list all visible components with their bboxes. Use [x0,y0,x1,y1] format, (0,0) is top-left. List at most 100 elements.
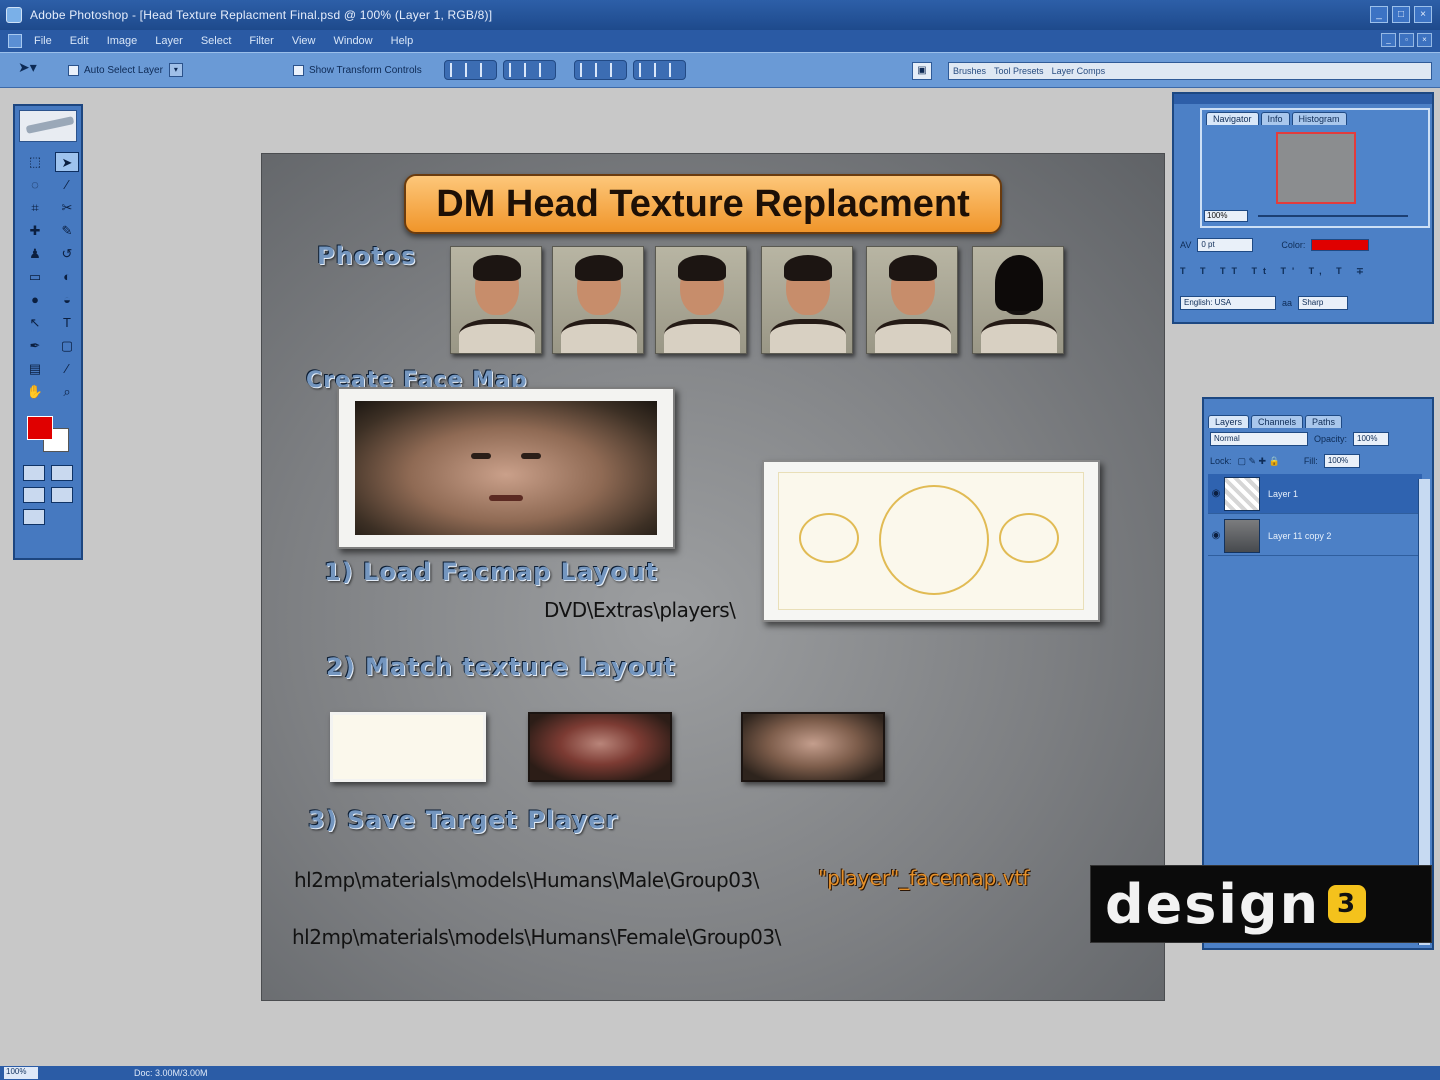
menu-view[interactable]: View [292,35,316,47]
document-icon[interactable] [8,34,22,48]
distribute-right-icon[interactable] [668,63,680,77]
menu-edit[interactable]: Edit [70,35,89,47]
document-canvas[interactable]: DM Head Texture Replacment Photos Create… [261,153,1165,1001]
fill-field[interactable]: 100% [1323,454,1360,468]
clone-stamp-tool-icon[interactable]: ♟ [23,244,47,264]
notes-tool-icon[interactable]: ▤ [23,359,47,379]
close-button[interactable]: × [1414,6,1432,23]
layer-row[interactable]: ◉ Layer 11 copy 2 [1208,516,1422,556]
distribute-horizontal-buttons[interactable] [632,60,686,80]
slice-tool-icon[interactable]: ✂ [55,198,79,218]
photo-right-three-quarter [761,246,853,354]
toolbox-header-logo[interactable] [19,110,77,142]
opacity-field[interactable]: 100% [1353,432,1390,446]
show-transform-checkbox[interactable] [292,64,304,76]
distribute-vertical-buttons[interactable] [573,60,627,80]
auto-select-checkbox[interactable] [68,64,79,76]
align-middle-icon[interactable] [464,63,476,77]
doc-restore-button[interactable]: ▫ [1399,33,1414,47]
layer-row[interactable]: ◉ Layer 1 [1208,474,1422,514]
menu-layer[interactable]: Layer [155,35,183,47]
distribute-left-icon[interactable] [638,63,650,77]
foreground-color-swatch[interactable] [27,416,53,440]
move-tool-icon[interactable]: ➤▾ [18,59,46,81]
tab-navigator[interactable]: Navigator [1206,112,1259,125]
doc-close-button[interactable]: × [1417,33,1432,47]
align-center-icon[interactable] [523,63,535,77]
path-selection-tool-icon[interactable]: ↖ [23,313,47,333]
menu-image[interactable]: Image [107,35,138,47]
blend-mode-select[interactable]: Normal [1210,432,1308,446]
palette-title-bar[interactable] [1174,94,1432,104]
brush-tool-icon[interactable]: ✎ [55,221,79,241]
visibility-eye-icon[interactable]: ◉ [1208,530,1224,541]
hand-tool-icon[interactable]: ✋ [23,382,47,402]
text-style-buttons[interactable]: T T TT Tt T' T, T ∓ [1180,266,1370,277]
visibility-eye-icon[interactable]: ◉ [1208,488,1224,499]
distribute-top-icon[interactable] [579,63,591,77]
language-select[interactable]: English: USA [1180,296,1276,310]
blur-tool-icon[interactable]: ● [23,290,47,310]
color-swatches [23,412,73,458]
gradient-tool-icon[interactable]: ◐ [55,267,79,287]
type-tool-icon[interactable]: T [55,313,79,333]
crop-tool-icon[interactable]: ⌗ [23,198,47,218]
lasso-tool-icon[interactable]: ◌ [23,175,47,195]
doc-minimize-button[interactable]: _ [1381,33,1396,47]
align-buttons[interactable] [443,60,497,80]
maximize-button[interactable]: □ [1392,6,1410,23]
eyedropper-tool-icon[interactable]: ⁄ [55,359,79,379]
palette-well: Brushes Tool Presets Layer Comps [948,62,1432,80]
shape-tool-icon[interactable]: ▢ [55,336,79,356]
standard-screen-button[interactable] [23,487,45,503]
standard-mode-button[interactable] [23,465,45,481]
align-bottom-icon[interactable] [479,63,491,77]
show-transform-label: Show Transform Controls [308,64,422,76]
move-tool-button-icon[interactable]: ➤ [55,152,79,172]
dodge-tool-icon[interactable]: ◒ [55,290,79,310]
zoom-tool-icon[interactable]: ⌕ [55,382,79,402]
tab-layers[interactable]: Layers [1208,415,1250,428]
align-top-icon[interactable] [449,63,461,77]
file-browser-icon[interactable]: ▣ [912,62,932,80]
antialias-select[interactable]: Sharp [1298,296,1349,310]
status-zoom-field[interactable]: 100% [4,1067,38,1079]
menu-file[interactable]: File [34,35,52,47]
lock-icons[interactable]: ▢ ✎ ✚ 🔒 [1238,456,1280,467]
minimize-button[interactable]: _ [1370,6,1388,23]
history-brush-tool-icon[interactable]: ↺ [55,244,79,264]
show-transform-option[interactable]: Show Transform Controls [292,64,422,76]
distribute-middle-icon[interactable] [594,63,606,77]
navigator-zoom-slider[interactable] [1258,215,1408,217]
auto-select-option[interactable]: Auto Select Layer ▾ [68,63,183,77]
align-left-icon[interactable] [508,63,520,77]
navigator-zoom-field[interactable]: 100% [1204,210,1248,222]
tab-paths[interactable]: Paths [1305,415,1343,428]
jump-to-imageready-button[interactable] [23,509,45,525]
magic-wand-tool-icon[interactable]: ⁄ [55,175,79,195]
auto-select-dropdown[interactable]: ▾ [168,63,183,77]
menu-filter[interactable]: Filter [249,35,273,47]
tracking-field[interactable]: 0 pt [1197,238,1254,252]
align-right-icon[interactable] [538,63,550,77]
marquee-tool-icon[interactable]: ⬚ [23,152,47,172]
distribute-bottom-icon[interactable] [609,63,621,77]
pen-tool-icon[interactable]: ✒ [23,336,47,356]
menu-help[interactable]: Help [391,35,414,47]
menu-window[interactable]: Window [334,35,373,47]
palette-tab-tool-presets[interactable]: Tool Presets [994,66,1044,76]
text-color-swatch[interactable] [1311,239,1370,251]
tab-info[interactable]: Info [1260,112,1290,125]
palette-tab-brushes[interactable]: Brushes [953,66,986,76]
healing-brush-tool-icon[interactable]: ✚ [23,221,47,241]
tab-histogram[interactable]: Histogram [1291,112,1347,125]
eraser-tool-icon[interactable]: ▭ [23,267,47,287]
align-horizontal-buttons[interactable] [502,60,556,80]
tab-channels[interactable]: Channels [1251,415,1304,428]
full-screen-button[interactable] [51,487,73,503]
navigator-preview[interactable] [1276,132,1356,204]
menu-select[interactable]: Select [201,35,232,47]
palette-tab-layer-comps[interactable]: Layer Comps [1052,66,1106,76]
distribute-center-icon[interactable] [653,63,665,77]
quick-mask-button[interactable] [51,465,73,481]
